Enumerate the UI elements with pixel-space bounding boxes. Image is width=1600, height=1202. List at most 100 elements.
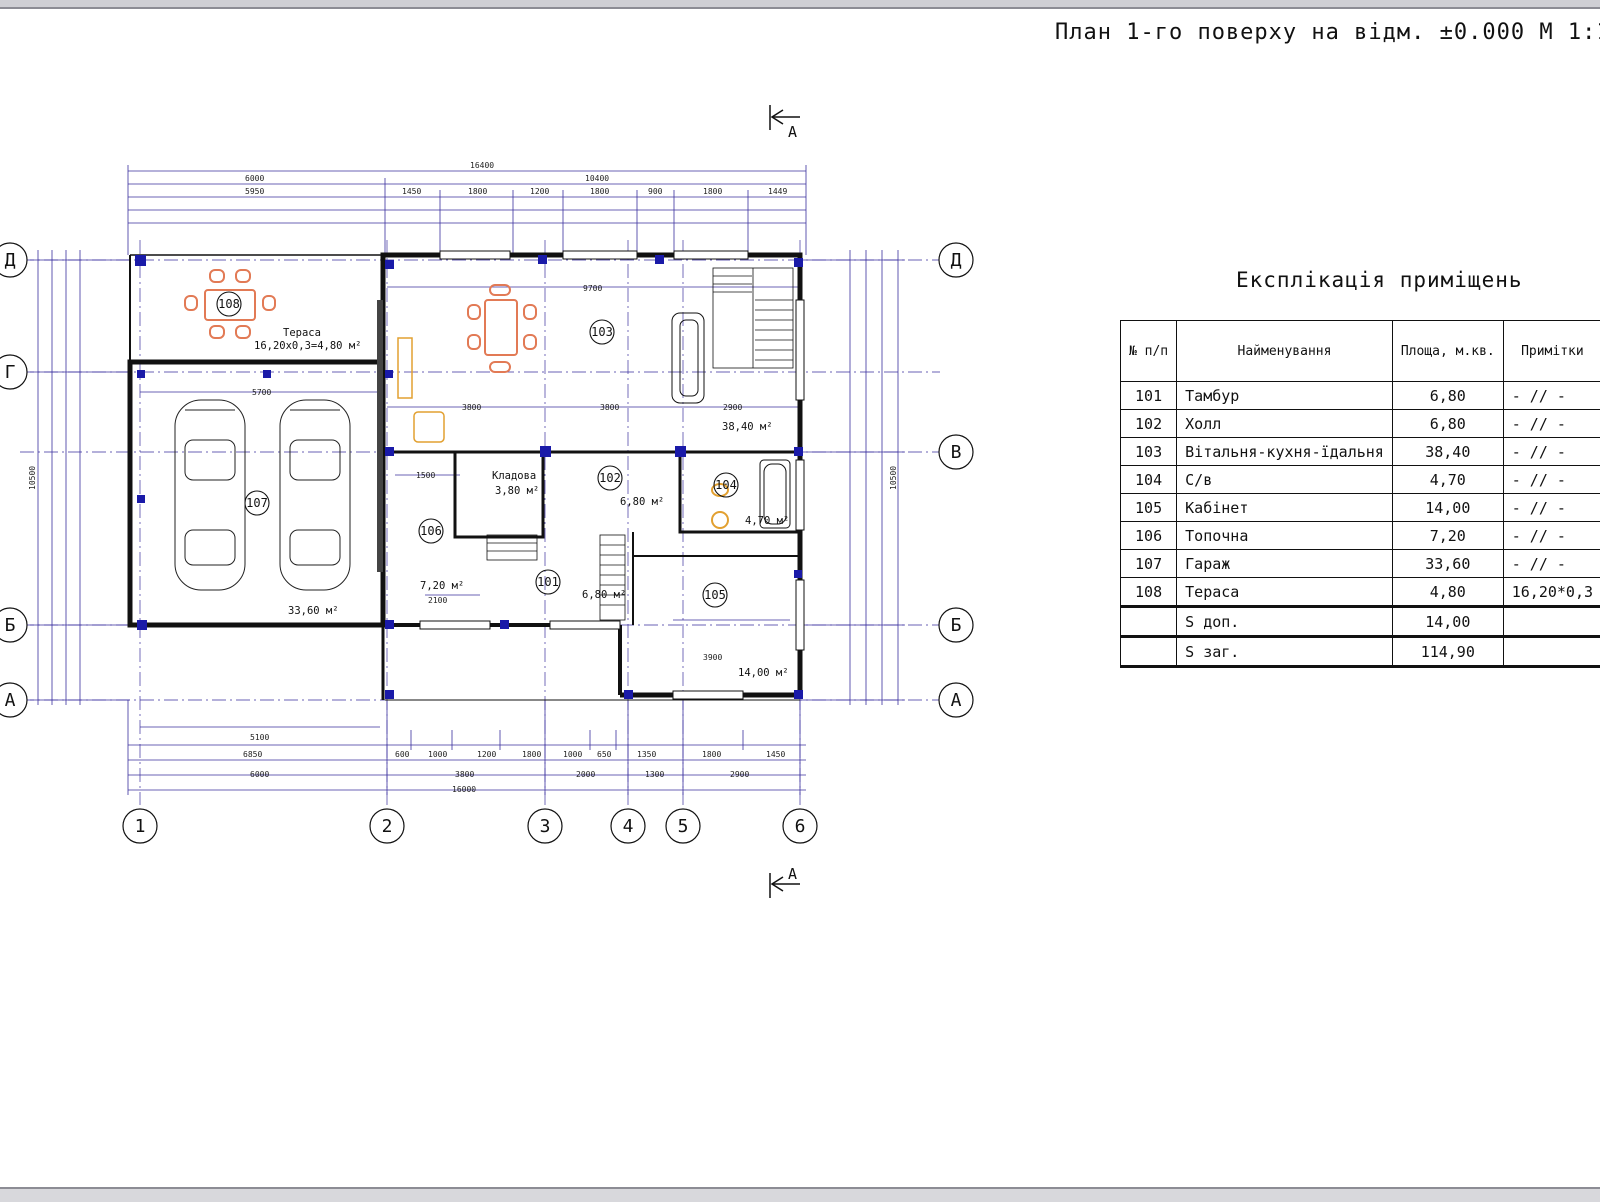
car-icon [280,400,350,590]
cell-note: - // - [1503,382,1600,410]
room-area: 7,20 м² [420,580,464,592]
cell-area: 114,90 [1392,637,1503,667]
axis-label: Д [5,250,16,271]
cell-area: 4,80 [1392,578,1503,607]
dim-top-seg: 6000 [245,174,264,183]
dim-top-row2: 900 [648,187,663,196]
dim-bottom-row2: 1200 [477,750,496,759]
drawing-sheet: План 1-го поверху на відм. ±0.000 М 1:10… [0,0,1600,1200]
axis-label: 6 [795,816,806,837]
room-number: 104 [715,478,737,492]
cell-note: - // - [1503,438,1600,466]
table-row: 106Топочна7,20- // - [1121,522,1600,550]
cell-area: 38,40 [1392,438,1503,466]
legend-title: Експлікація приміщень [1236,268,1523,292]
dim-bottom-row2: 1450 [766,750,785,759]
dim-left-total: 10500 [28,466,37,490]
cell-note: - // - [1503,522,1600,550]
room-name: Кладова [492,470,536,482]
dining-set-icon [468,285,536,372]
dim-bottom-row2: 650 [597,750,612,759]
dim-top-row2: 1800 [590,187,609,196]
axis-label: 4 [623,816,634,837]
cell-num: 104 [1121,466,1177,494]
room-area: 4,70 м² [745,515,789,527]
axis-label: Б [951,615,962,636]
dim-bottom-row2: 6850 [243,750,262,759]
room-area: 6,80 м² [620,496,664,508]
cell-area: 33,60 [1392,550,1503,578]
table-header-row: № п/п Найменування Площа, м.кв. Примітки [1121,321,1600,382]
dim-inner: 1500 [416,471,435,480]
axis-label: 2 [382,816,393,837]
dim-inner: 2100 [428,596,447,605]
room-area: 14,00 м² [738,667,789,679]
cell-area: 6,80 [1392,410,1503,438]
room-number: 101 [537,575,559,589]
cell-num [1121,607,1177,637]
dim-bottom-row2: 1350 [637,750,656,759]
dim-inner: 9700 [583,284,602,293]
cell-note: - // - [1503,466,1600,494]
dim-bottom-row1: 1300 [645,770,664,779]
cell-area: 4,70 [1392,466,1503,494]
room-area: 38,40 м² [722,421,773,433]
dim-bottom-row1: 6000 [250,770,269,779]
dim-inner: 3800 [600,403,619,412]
dim-inner: 5700 [252,388,271,397]
dim-bottom-row2: 1000 [428,750,447,759]
dim-bottom-row1: 3800 [455,770,474,779]
axis-label: 5 [678,816,689,837]
cell-num: 102 [1121,410,1177,438]
dim-top-row2: 1800 [468,187,487,196]
cell-num: 105 [1121,494,1177,522]
cell-name: Кабінет [1177,494,1393,522]
dim-inner: 2900 [723,403,742,412]
col-header: Площа, м.кв. [1392,321,1503,382]
dim-top-row2: 1450 [402,187,421,196]
room-area: 33,60 м² [288,605,339,617]
cell-num [1121,637,1177,667]
dim-bottom-total: 16000 [452,785,476,794]
dim-top-seg: 10400 [585,174,609,183]
dim-inner: 5100 [250,733,269,742]
table-row: 103Вітальня-кухня-їдальня38,40- // - [1121,438,1600,466]
section-mark-label: А [788,865,797,883]
cell-note: - // - [1503,410,1600,438]
cell-note: 16,20*0,3 [1503,578,1600,607]
cell-num: 107 [1121,550,1177,578]
table-row: 108Тераса4,8016,20*0,3 [1121,578,1600,607]
room-area: 6,80 м² [582,589,626,601]
explication-table: № п/п Найменування Площа, м.кв. Примітки… [1120,320,1600,668]
cars [175,400,350,590]
dim-bottom-row2: 1800 [702,750,721,759]
car-icon [175,400,245,590]
axis-label: Б [5,615,16,636]
room-area: 3,80 м² [495,485,539,497]
table-row: 107Гараж33,60- // - [1121,550,1600,578]
table-row: S доп.14,00 [1121,607,1600,637]
cell-name: С/в [1177,466,1393,494]
axis-label: Д [951,250,962,271]
axis-label: Г [5,362,16,383]
dim-top-total: 16400 [470,161,494,170]
cell-note [1503,607,1600,637]
cell-area: 14,00 [1392,607,1503,637]
cell-name: Тераса [1177,578,1393,607]
cell-note [1503,637,1600,667]
cell-area: 6,80 [1392,382,1503,410]
axis-labels: 1 2 3 4 5 6 Д Г Б А Д В Б А [5,250,962,837]
axis-label: В [951,442,962,463]
table-row: 104С/в4,70- // - [1121,466,1600,494]
cell-name: Холл [1177,410,1393,438]
cell-name: Топочна [1177,522,1393,550]
room-number: 107 [246,496,268,510]
cell-num: 101 [1121,382,1177,410]
dim-top-row2: 1800 [703,187,722,196]
table-row: S заг.114,90 [1121,637,1600,667]
room-number: 108 [218,297,240,311]
table-row: 102Холл6,80- // - [1121,410,1600,438]
cell-num: 106 [1121,522,1177,550]
room-area: 16,20х0,3=4,80 м² [254,340,361,352]
col-header: Примітки [1503,321,1600,382]
